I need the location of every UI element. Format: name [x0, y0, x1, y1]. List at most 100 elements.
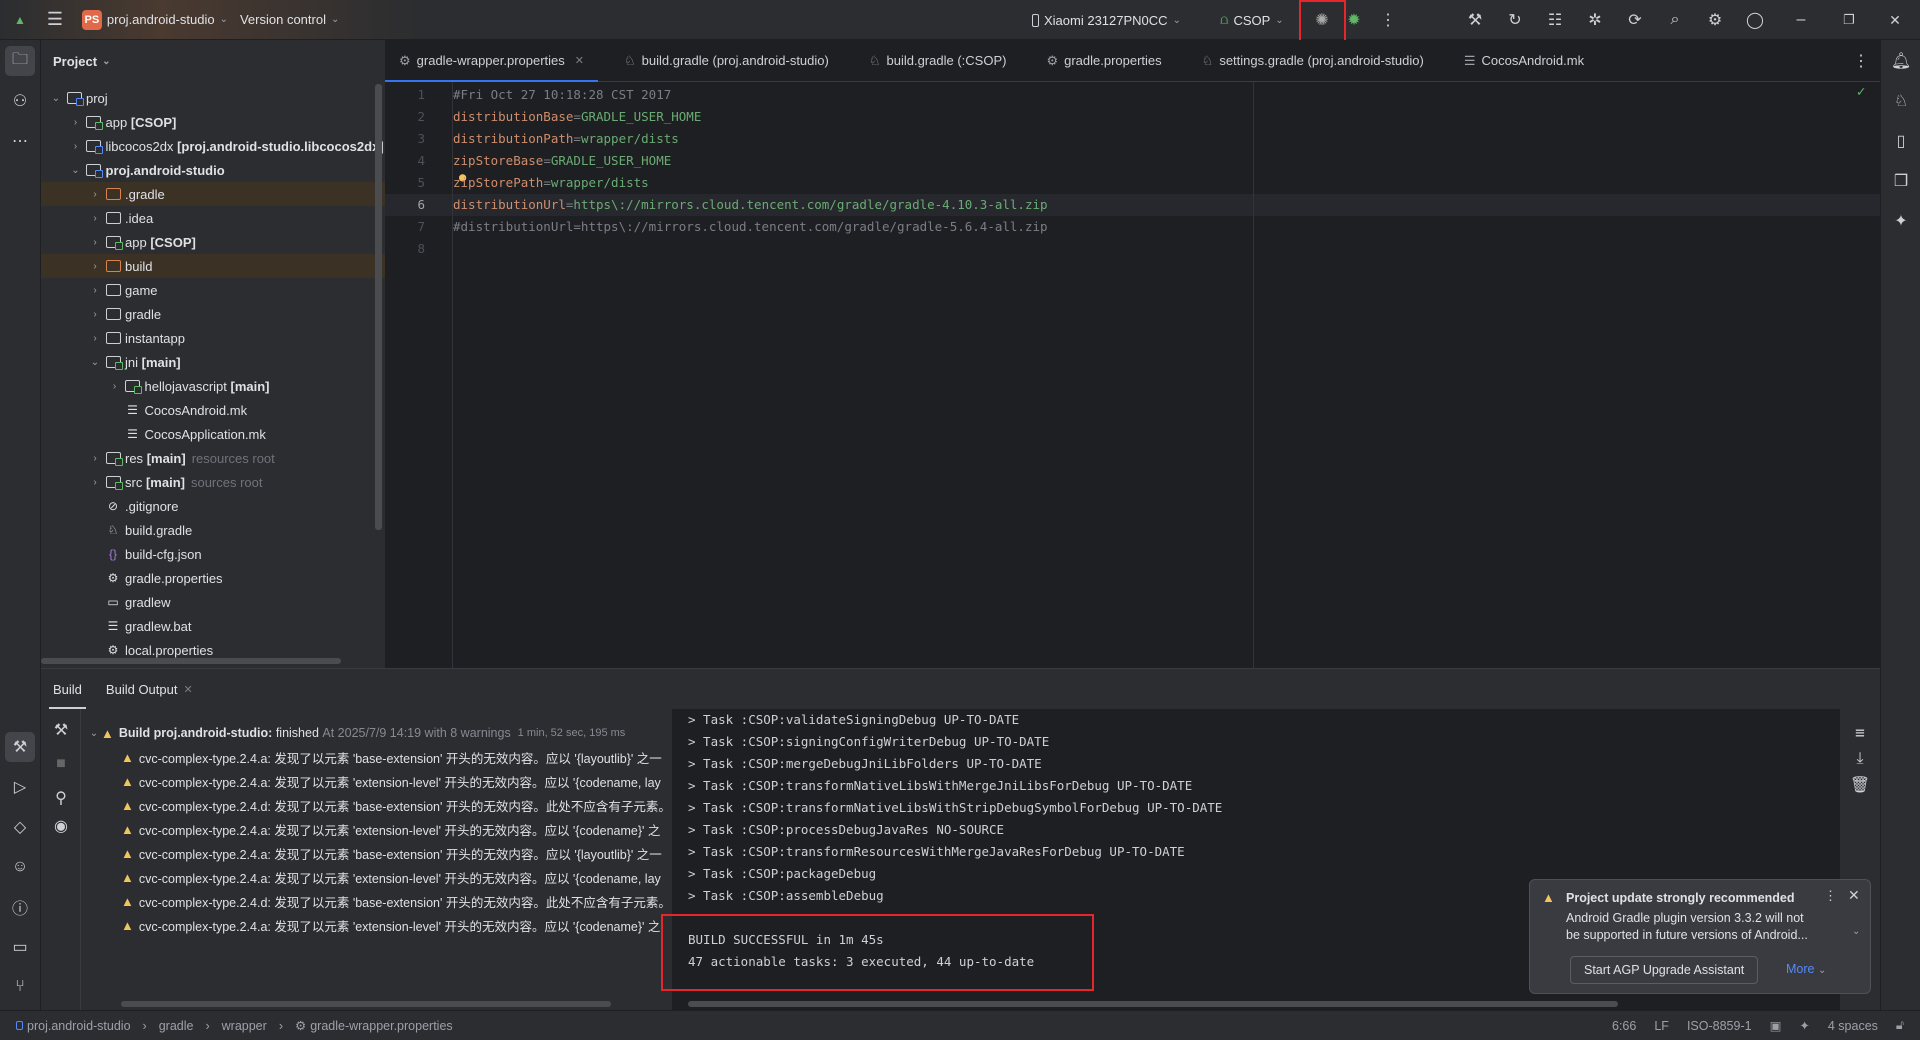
indent-setting[interactable]: 4 spaces — [1828, 1019, 1878, 1033]
run-config-selector[interactable]: ⩍ CSOP ⌄ — [1214, 6, 1290, 34]
tree-item[interactable]: › res [main] resources root — [41, 446, 385, 470]
tree-item[interactable]: ☰ CocosApplication.mk — [41, 422, 385, 446]
settings-gear-icon[interactable]: ⚙ — [1700, 5, 1730, 35]
more-link[interactable]: More ⌄ — [1786, 962, 1826, 976]
run-icon[interactable]: ▷ — [5, 772, 35, 802]
code-line[interactable]: zipStorePath=wrapper/dists — [453, 172, 649, 194]
git-branch-icon[interactable]: ⑂ — [5, 972, 35, 1002]
code-line[interactable]: #Fri Oct 27 10:18:28 CST 2017 — [453, 84, 671, 106]
close-tab-icon[interactable]: ✕ — [183, 683, 192, 696]
chevron-right-icon[interactable]: › — [88, 285, 102, 296]
chevron-right-icon[interactable]: › — [88, 189, 102, 200]
code-line[interactable]: distributionUrl=https\://mirrors.cloud.t… — [453, 194, 1048, 216]
code-line[interactable]: #distributionUrl=https\://mirrors.cloud.… — [453, 216, 1048, 238]
editor-tab[interactable]: ♘ build.gradle (:CSOP) — [855, 40, 1021, 82]
chevron-right-icon[interactable]: › — [88, 333, 102, 344]
minimize-icon[interactable]: – — [1786, 5, 1816, 35]
project-folder-icon[interactable]: 🗀 — [5, 46, 35, 76]
editor-tab[interactable]: ♘ build.gradle (proj.android-studio) — [610, 40, 843, 82]
tree-item[interactable]: ⌄ proj — [41, 86, 385, 110]
tree-item[interactable]: › app [CSOP] — [41, 110, 385, 134]
breadcrumb-item[interactable]: wrapper — [222, 1019, 267, 1033]
tree-item[interactable]: ⚙ gradle.properties — [41, 566, 385, 590]
caret-position[interactable]: 6:66 — [1612, 1019, 1636, 1033]
structure-icon[interactable]: ⚇ — [5, 86, 35, 116]
chevron-right-icon[interactable]: › — [88, 213, 102, 224]
tree-item[interactable]: {} build-cfg.json — [41, 542, 385, 566]
loading-spinner-icon[interactable]: ✺ — [1307, 5, 1337, 35]
debug-icon[interactable]: ✹ — [1339, 5, 1369, 35]
gemini-sparkle-icon[interactable]: ✦ — [1886, 206, 1916, 236]
console-horizontal-scrollbar[interactable] — [688, 1001, 1618, 1007]
breadcrumb-item[interactable]: gradle — [159, 1019, 194, 1033]
running-devices-icon[interactable]: ❒ — [1886, 166, 1916, 196]
tree-item[interactable]: › src [main] sources root — [41, 470, 385, 494]
sync-list-icon[interactable]: ☷ — [1540, 5, 1570, 35]
stop-icon[interactable]: ■ — [46, 749, 76, 779]
tree-item[interactable]: ⊘ .gitignore — [41, 494, 385, 518]
warning-row[interactable]: ▲ cvc-complex-type.2.4.a: 发现了以元素 'extensi… — [121, 817, 660, 841]
chevron-right-icon[interactable]: › — [108, 381, 122, 392]
build-hammer-icon[interactable]: ⚒ — [5, 732, 35, 762]
tree-item[interactable]: › instantapp — [41, 326, 385, 350]
build-hammer-icon[interactable]: ⚒ — [1460, 5, 1490, 35]
close-notification-icon[interactable]: ✕ — [1848, 887, 1860, 904]
tree-item[interactable]: ♘ build.gradle — [41, 518, 385, 542]
problems-icon[interactable]: ⓘ — [5, 892, 35, 922]
search-icon[interactable]: ⌕ — [1660, 5, 1690, 35]
logcat-icon[interactable]: ☺ — [5, 852, 35, 882]
gradle-icon[interactable]: ♘ — [1886, 86, 1916, 116]
notification-options-icon[interactable]: ⋮ — [1824, 888, 1837, 904]
tree-item[interactable]: › .gradle — [41, 182, 385, 206]
build-hammer-icon[interactable]: ⚒ — [46, 715, 76, 745]
editor-tab[interactable]: ⚙ gradle.properties — [1032, 40, 1175, 82]
tree-item[interactable]: › hellojavascript [main] — [41, 374, 385, 398]
chevron-right-icon[interactable]: › — [88, 453, 102, 464]
tree-item[interactable]: ⌄ jni [main] — [41, 350, 385, 374]
build-summary-row[interactable]: ⌄ ▲ Build proj.android-studio: finished … — [87, 721, 625, 745]
editor-tab[interactable]: ⚙ gradle-wrapper.properties ✕ — [385, 40, 599, 83]
more-actions-icon[interactable]: ⋮ — [1373, 5, 1403, 35]
tree-item[interactable]: ⌄ proj.android-studio — [41, 158, 385, 182]
chevron-right-icon[interactable]: › — [88, 261, 102, 272]
project-view-selector[interactable]: Project ⌄ — [41, 40, 385, 82]
tree-item[interactable]: ☰ gradlew.bat — [41, 614, 385, 638]
gradle-sync-icon[interactable]: ⟳ — [1620, 5, 1650, 35]
chevron-down-icon[interactable]: ⌄ — [69, 165, 83, 176]
version-control-menu[interactable]: Version control ⌄ — [234, 6, 345, 34]
chevron-right-icon[interactable]: › — [88, 309, 102, 320]
chevron-right-icon[interactable]: › — [88, 237, 102, 248]
tree-item[interactable]: › libcocos2dx [proj.android-studio.libcoc… — [41, 134, 385, 158]
lock-icon[interactable]: 🔓︎ — [1896, 1018, 1904, 1033]
main-menu-icon[interactable]: ☰ — [40, 5, 70, 35]
warning-row[interactable]: ▲ cvc-complex-type.2.4.a: 发现了以元素 'base-ex… — [121, 841, 662, 865]
gem-icon[interactable]: ◇ — [5, 812, 35, 842]
expand-chevron-icon[interactable]: ⌄ — [1852, 926, 1860, 937]
editor-tab[interactable]: ♘ settings.gradle (proj.android-studio) — [1188, 40, 1438, 82]
breadcrumb-item[interactable]: ⚙ gradle-wrapper.properties — [295, 1018, 453, 1034]
start-agp-upgrade-button[interactable]: Start AGP Upgrade Assistant — [1570, 956, 1759, 984]
tree-item[interactable]: › app [CSOP] — [41, 230, 385, 254]
ai-assist-icon[interactable]: ✦ — [1799, 1018, 1809, 1033]
editor-tab[interactable]: ☰ CocosAndroid.mk — [1450, 40, 1598, 82]
clear-trash-icon[interactable]: 🗑︎ — [1845, 769, 1875, 799]
close-window-icon[interactable]: ✕ — [1880, 5, 1910, 35]
warning-row[interactable]: ▲ cvc-complex-type.2.4.a: 发现了以元素 'extensi… — [121, 865, 661, 889]
chevron-right-icon[interactable]: › — [69, 141, 83, 152]
restore-icon[interactable]: ❐ — [1834, 5, 1864, 35]
close-tab-icon[interactable]: ✕ — [575, 54, 584, 67]
account-icon[interactable]: ◯ — [1740, 5, 1770, 35]
attach-debugger-icon[interactable]: ✲ — [1580, 5, 1610, 35]
code-editor[interactable]: ✓ ● 1 #Fri Oct 27 10:18:28 CST 2017 2 distr… — [385, 82, 1880, 668]
tab-build[interactable]: Build — [41, 669, 94, 709]
line-separator[interactable]: LF — [1654, 1019, 1669, 1033]
warning-row[interactable]: ▲ cvc-complex-type.2.4.d: 发现了以元素 'base-ex… — [121, 793, 671, 817]
device-selector[interactable]: Xiaomi 23127PN0CC ⌄ — [1026, 6, 1187, 34]
chevron-down-icon[interactable]: ⌄ — [88, 357, 102, 368]
tree-horizontal-scrollbar[interactable] — [41, 658, 341, 664]
tree-item[interactable]: › gradle — [41, 302, 385, 326]
tree-item[interactable]: ▭ gradlew — [41, 590, 385, 614]
warning-row[interactable]: ▲ cvc-complex-type.2.4.a: 发现了以元素 'base-ex… — [121, 745, 662, 769]
more-tools-icon[interactable]: ⋯ — [5, 126, 35, 156]
tree-item[interactable]: › build — [41, 254, 385, 278]
